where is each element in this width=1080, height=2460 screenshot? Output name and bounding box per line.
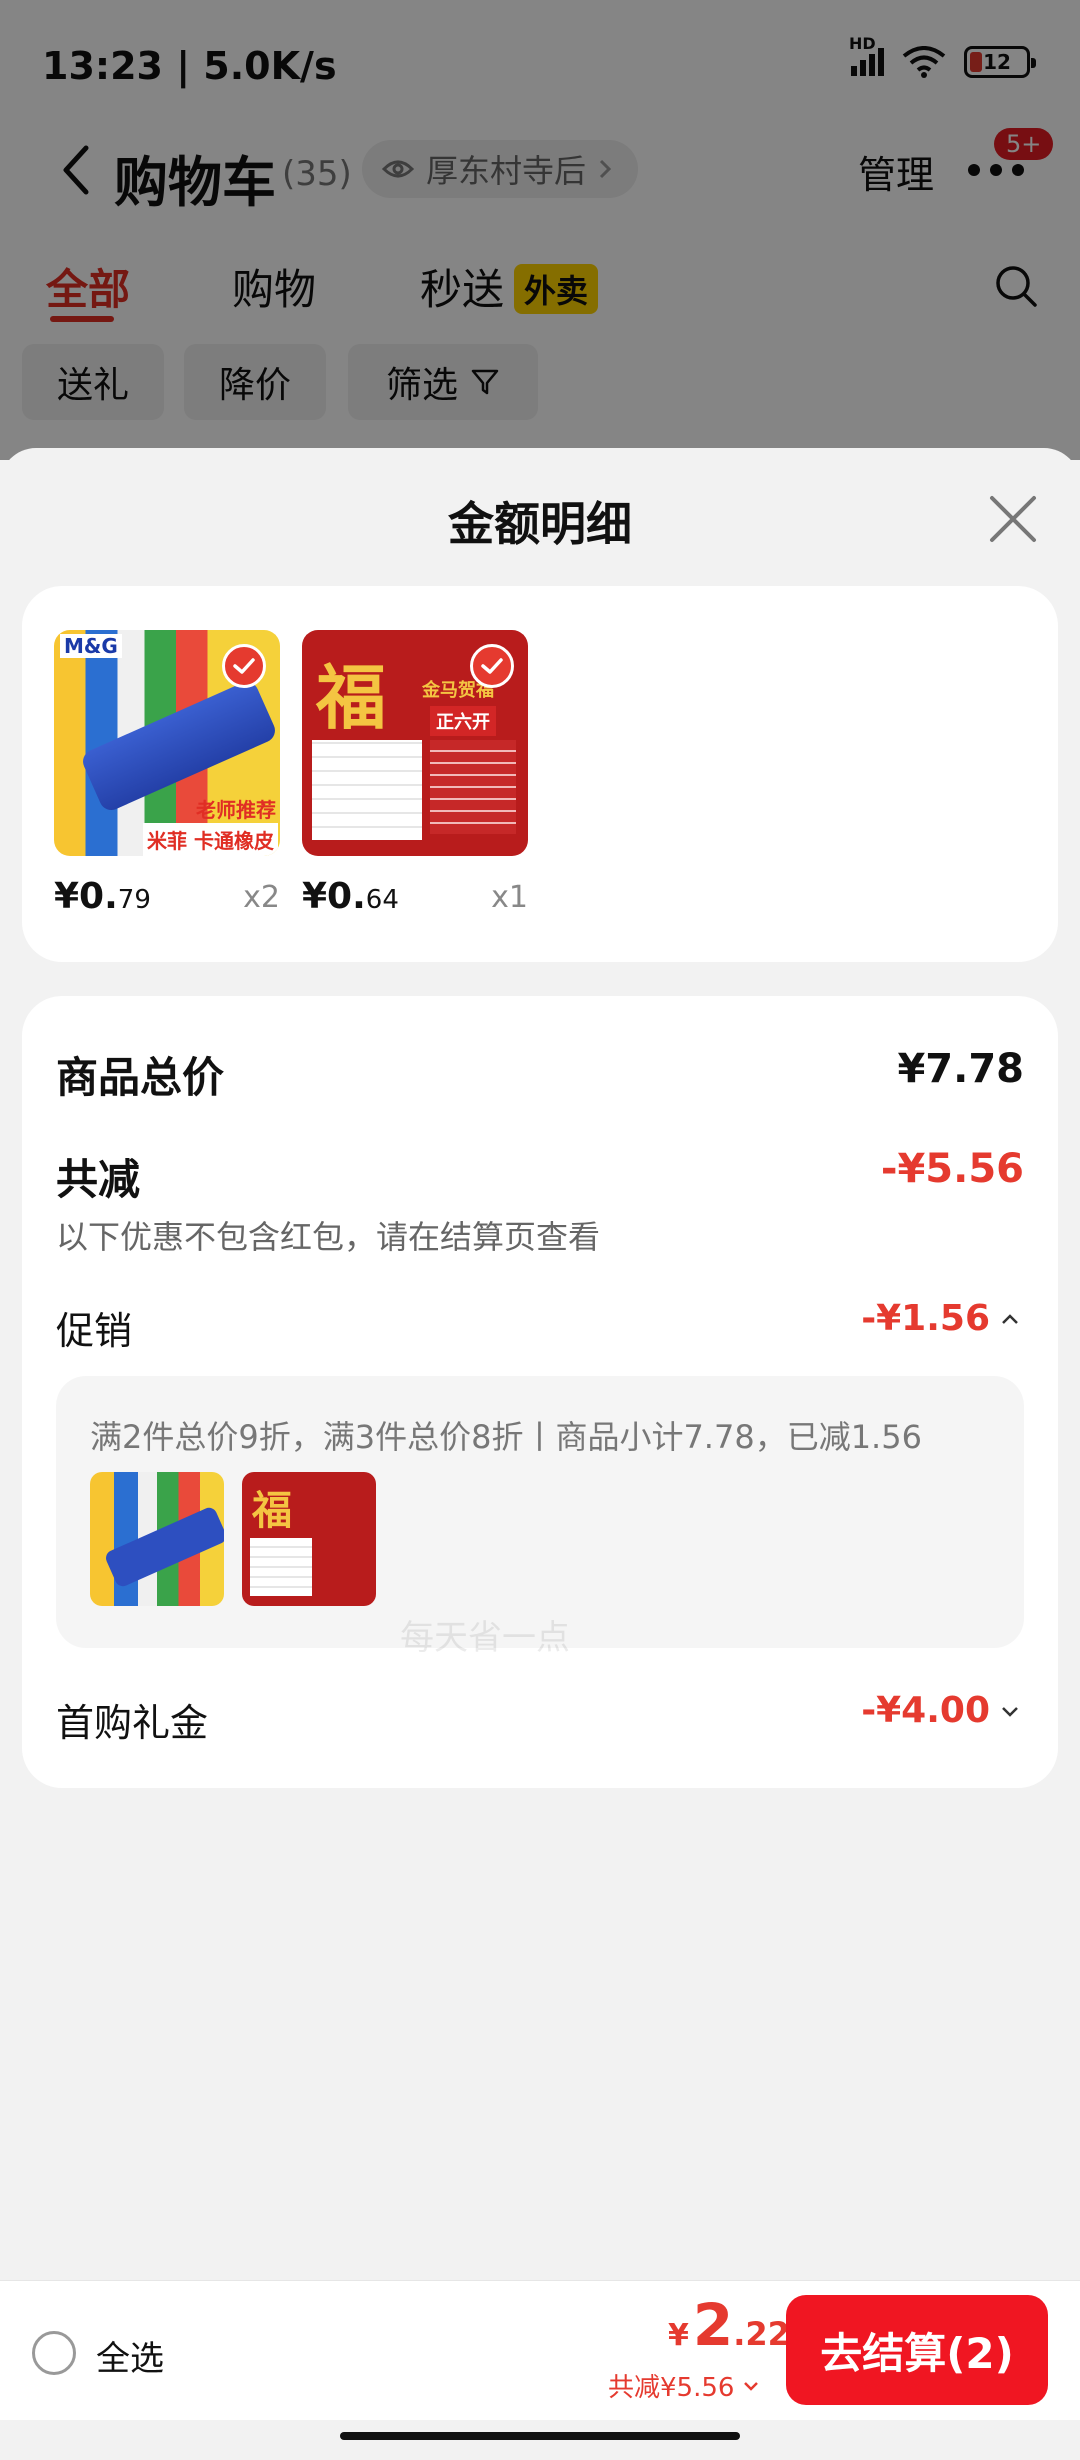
promotion-value: -¥1.56 bbox=[861, 1298, 990, 1339]
total-integer: 2 bbox=[692, 2291, 734, 2359]
promo-item-thumbnail: 福 bbox=[242, 1472, 376, 1606]
item-quantity: x1 bbox=[491, 880, 528, 915]
discount-value: -¥5.56 bbox=[880, 1146, 1024, 1192]
eye-icon bbox=[382, 160, 414, 178]
calendar-specs bbox=[430, 740, 516, 834]
checkout-button[interactable]: 去结算(2) bbox=[786, 2295, 1048, 2405]
item-price-main: ¥0. bbox=[54, 876, 118, 917]
filter-funnel-icon bbox=[471, 369, 499, 395]
item-quantity: x2 bbox=[243, 880, 280, 915]
mini-calendar-grid bbox=[250, 1538, 312, 1596]
wifi-icon bbox=[902, 46, 946, 78]
select-all-radio[interactable] bbox=[32, 2331, 76, 2375]
fu-glyph: 福 bbox=[316, 657, 386, 739]
chevron-right-icon bbox=[599, 159, 612, 179]
location-label: 厚东村寺后 bbox=[426, 152, 587, 190]
total-price-value: ¥7.78 bbox=[897, 1046, 1024, 1092]
tab-active-underline bbox=[50, 316, 114, 322]
location-pill[interactable]: 厚东村寺后 bbox=[362, 140, 639, 198]
notification-badge: 5+ bbox=[994, 128, 1054, 160]
calendar-grid bbox=[312, 740, 422, 840]
cart-item[interactable]: M&G 老师推荐 米菲 卡通橡皮 ¥0.79 x2 bbox=[54, 630, 280, 917]
filter-screen-label: 筛选 bbox=[385, 365, 458, 406]
status-time: 13:23 | 5.0K/s bbox=[42, 44, 337, 88]
eraser-caption-2: 米菲 卡通橡皮 bbox=[143, 823, 278, 856]
promotion-label[interactable]: 促销 bbox=[56, 1300, 132, 1355]
page-title: 购物车 bbox=[114, 151, 276, 214]
amount-detail-sheet: 金额明细 M&G 老师推荐 米菲 卡通橡皮 ¥0.79 x2 福 金马贺福 正六… bbox=[0, 448, 1080, 2460]
price-details-card: 商品总价 ¥7.78 共减 -¥5.56 以下优惠不包含红包，请在结算页查看 促… bbox=[22, 996, 1058, 1788]
more-dots-icon[interactable] bbox=[968, 164, 1024, 176]
tab-all[interactable]: 全部 bbox=[46, 256, 130, 317]
total-decimal: .22 bbox=[733, 2315, 790, 2353]
filter-price-drop[interactable]: 降价 bbox=[184, 344, 326, 420]
back-arrow-icon[interactable] bbox=[56, 142, 96, 198]
item-price: ¥0.79 bbox=[54, 876, 151, 917]
mini-fu-glyph: 福 bbox=[252, 1488, 292, 1534]
check-icon bbox=[481, 658, 503, 674]
first-purchase-gift-toggle[interactable]: -¥4.00 bbox=[861, 1690, 1020, 1731]
item-price-decimal: 64 bbox=[365, 885, 399, 915]
chevron-down-icon bbox=[1002, 1706, 1018, 1717]
tab-instant-delivery[interactable]: 秒送 bbox=[420, 256, 504, 317]
hd-label: HD bbox=[849, 34, 876, 53]
chevron-down-icon bbox=[744, 2381, 759, 2391]
filter-screen[interactable]: 筛选 bbox=[348, 344, 538, 420]
brand-logo: M&G bbox=[60, 634, 122, 658]
filter-gift-label: 送礼 bbox=[56, 365, 129, 406]
promotion-description: 满2件总价9折，满3件总价8折丨商品小计7.78，已减1.56 bbox=[90, 1418, 922, 1456]
cart-item[interactable]: 福 金马贺福 正六开 ¥0.64 x1 bbox=[302, 630, 528, 917]
discount-note: 以下优惠不包含红包，请在结算页查看 bbox=[56, 1218, 601, 1256]
calendar-caption-2: 正六开 bbox=[430, 706, 496, 736]
filter-gift[interactable]: 送礼 bbox=[22, 344, 164, 420]
filter-price-drop-label: 降价 bbox=[218, 365, 291, 406]
total-price-label: 商品总价 bbox=[56, 1053, 225, 1102]
selected-check[interactable] bbox=[222, 644, 266, 688]
takeout-tag: 外卖 bbox=[514, 264, 599, 314]
selected-check[interactable] bbox=[470, 644, 514, 688]
reduced-summary[interactable]: 共减¥5.56 bbox=[608, 2367, 760, 2404]
chevron-up-icon bbox=[1002, 1313, 1018, 1324]
reduced-amount: 共减¥5.56 bbox=[608, 2373, 735, 2403]
first-purchase-gift-label[interactable]: 首购礼金 bbox=[56, 1692, 208, 1747]
manage-button[interactable]: 管理 bbox=[858, 144, 934, 199]
filter-bar: 送礼 降价 筛选 bbox=[0, 344, 1080, 424]
cart-tabs: 全部 购物 秒送 外卖 bbox=[0, 250, 1080, 330]
checkout-bar: 全选 ¥ 2 .22 共减¥5.56 去结算(2) bbox=[0, 2280, 1080, 2420]
battery-icon: 12 bbox=[964, 46, 1036, 78]
item-price-decimal: 79 bbox=[117, 885, 151, 915]
promotion-detail-box: 满2件总价9折，满3件总价8折丨商品小计7.78，已减1.56 福 bbox=[56, 1376, 1024, 1648]
status-bar: 13:23 | 5.0K/s HD 12 bbox=[0, 0, 1080, 130]
items-card: M&G 老师推荐 米菲 卡通橡皮 ¥0.79 x2 福 金马贺福 正六开 ¥0.… bbox=[22, 586, 1058, 962]
total-currency: ¥ bbox=[668, 2318, 689, 2353]
promotion-toggle[interactable]: -¥1.56 bbox=[861, 1298, 1020, 1339]
mini-eraser-shape bbox=[103, 1505, 224, 1589]
search-icon[interactable] bbox=[994, 264, 1038, 308]
item-price: ¥0.64 bbox=[302, 876, 399, 917]
select-all-label[interactable]: 全选 bbox=[96, 2331, 164, 2380]
cart-count: (35) bbox=[282, 154, 352, 194]
home-indicator[interactable] bbox=[340, 2432, 740, 2440]
calendar-product-image: 福 金马贺福 正六开 bbox=[302, 630, 528, 856]
signal-icon: HD bbox=[849, 34, 884, 76]
cart-nav-bar: 购物车 (35) 厚东村寺后 管理 5+ bbox=[0, 120, 1080, 220]
status-icons: HD 12 bbox=[849, 34, 1036, 78]
first-purchase-gift-value: -¥4.00 bbox=[861, 1690, 990, 1731]
eraser-caption-1: 老师推荐 bbox=[196, 798, 276, 822]
discount-label: 共减 bbox=[56, 1155, 141, 1204]
tab-shopping[interactable]: 购物 bbox=[232, 256, 316, 317]
promo-item-thumbnail bbox=[90, 1472, 224, 1606]
cart-background-page: 13:23 | 5.0K/s HD 12 购物车 (35) 厚东村寺后 管理 5… bbox=[0, 0, 1080, 460]
eraser-product-image: M&G 老师推荐 米菲 卡通橡皮 bbox=[54, 630, 280, 856]
item-price-main: ¥0. bbox=[302, 876, 366, 917]
total-amount: ¥ 2 .22 bbox=[668, 2291, 790, 2359]
check-icon bbox=[233, 658, 255, 674]
watermark: 每天省一点 bbox=[400, 1618, 570, 1658]
sheet-title: 金额明细 bbox=[448, 497, 632, 551]
close-icon[interactable] bbox=[986, 492, 1040, 546]
